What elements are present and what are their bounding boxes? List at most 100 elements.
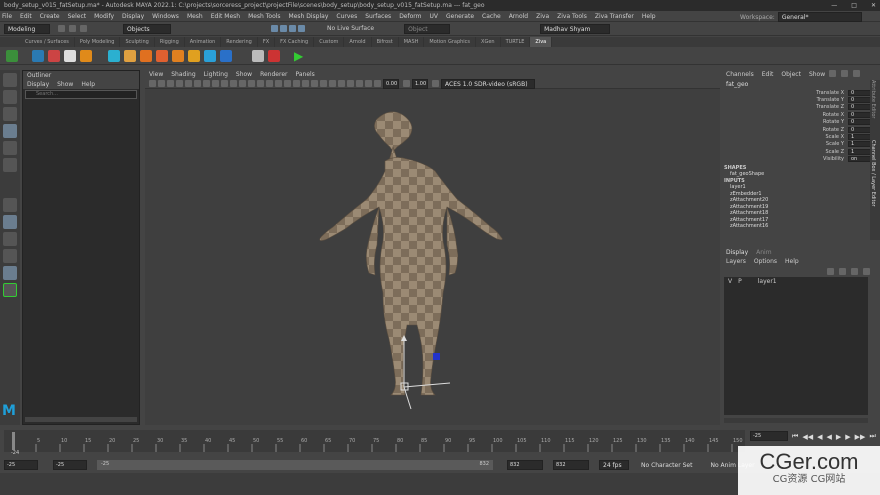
attr-row[interactable]: Translate Y0 [722, 96, 880, 104]
menu-mesh-tools[interactable]: Mesh Tools [248, 13, 280, 20]
xray-joints-icon[interactable] [356, 80, 363, 87]
lasso-tool-icon[interactable] [3, 90, 17, 104]
attr-row[interactable]: Translate Z0 [722, 104, 880, 111]
go-to-end-icon[interactable]: ⏭ [869, 432, 875, 441]
viewport-menu-shading[interactable]: Shading [171, 70, 195, 79]
menu-ziva-tools[interactable]: Ziva Tools [557, 13, 587, 20]
ziva-fiber-icon[interactable] [124, 49, 136, 62]
layer-scrollbar[interactable] [724, 418, 868, 423]
menu-modify[interactable]: Modify [94, 13, 114, 20]
edit-layout-icon[interactable] [3, 198, 17, 212]
safe-action-icon[interactable] [230, 80, 237, 87]
play-back-icon[interactable]: ◀ [826, 433, 831, 441]
shelf-tab-ziva[interactable]: Ziva [530, 37, 553, 47]
exposure-field[interactable]: 0.00 [383, 78, 399, 89]
camera-icon[interactable] [149, 80, 156, 87]
ziva-logo-icon[interactable] [6, 49, 18, 62]
input-node[interactable]: zAttachment16 [722, 223, 880, 230]
channelbox-object[interactable]: fat_geo [722, 80, 880, 89]
wireframe-on-shaded-icon[interactable] [266, 80, 273, 87]
shadows-icon[interactable] [293, 80, 300, 87]
attr-row[interactable]: Rotate Z0 [722, 126, 880, 133]
go-to-start-icon[interactable]: ⏮ [792, 432, 798, 441]
fps-dropdown[interactable]: 24 fps [599, 460, 629, 470]
display-layer-tab[interactable]: Display [726, 249, 748, 256]
move-tool-icon[interactable] [3, 124, 17, 138]
channelbox-menu-show[interactable]: Show [809, 70, 825, 80]
scale-tool-icon[interactable] [3, 158, 17, 172]
shelf-tab-mash[interactable]: MASH [399, 37, 425, 47]
resolution-gate-icon[interactable] [203, 80, 210, 87]
menu-mesh-display[interactable]: Mesh Display [289, 13, 329, 20]
new-scene-icon[interactable] [58, 25, 65, 32]
selection-mode-dropdown[interactable]: Objects [123, 23, 171, 34]
image-plane-icon[interactable] [176, 80, 183, 87]
help-menu[interactable]: Help [785, 258, 799, 265]
shelf-tab-sculpting[interactable]: Sculpting [120, 37, 155, 47]
layer-visibility[interactable]: V [728, 278, 732, 285]
viewport-menu-view[interactable]: View [149, 70, 163, 79]
menu-help[interactable]: Help [642, 13, 656, 20]
four-view-layout-icon[interactable] [3, 232, 17, 246]
workspace-selector[interactable]: Workspace: General* [740, 12, 862, 22]
step-forward-frame-icon[interactable]: ▶ [845, 433, 850, 441]
attr-row[interactable]: Scale X1 [722, 133, 880, 141]
isolate-select-icon[interactable] [338, 80, 345, 87]
ziva-attachment-icon[interactable] [108, 49, 120, 62]
wireframe-icon[interactable] [248, 80, 255, 87]
channel-box-tab[interactable]: Channel Box / Layer Editor [870, 140, 876, 230]
gate-mask-icon[interactable] [212, 80, 219, 87]
scene-start-field[interactable]: -25 [4, 460, 38, 470]
close-icon[interactable]: ✕ [871, 0, 876, 11]
shelf-tab-custom[interactable]: Custom [314, 37, 345, 47]
attr-row[interactable]: Rotate X0 [722, 111, 880, 118]
channelbox-menu-edit[interactable]: Edit [762, 70, 774, 80]
camera-attr-icon[interactable] [158, 80, 165, 87]
menu-select[interactable]: Select [68, 13, 87, 20]
snap-point-icon[interactable] [289, 25, 296, 32]
menu-arnold[interactable]: Arnold [509, 13, 528, 20]
color-management-icon[interactable] [432, 80, 439, 87]
channelbox-menu-channels[interactable]: Channels [726, 70, 754, 80]
playback-start-field[interactable]: -25 [53, 460, 87, 470]
ziva-material-icon[interactable] [220, 49, 232, 62]
attr-row[interactable]: Scale Z1 [722, 148, 880, 155]
layers-menu[interactable]: Layers [726, 258, 746, 265]
outliner-menu-help[interactable]: Help [81, 80, 95, 89]
safe-title-icon[interactable] [239, 80, 246, 87]
ziva-rest-shape-icon[interactable] [156, 49, 168, 62]
shelf-tab-turtle[interactable]: TURTLE [501, 37, 531, 47]
options-menu[interactable]: Options [754, 258, 777, 265]
timeline-ruler[interactable]: 5 10 15 20 25 30 35 40 45 50 55 60 65 70 75 80 85 90 95 100… [4, 428, 749, 456]
ziva-cache-icon[interactable] [204, 49, 216, 62]
attr-row[interactable]: Visibility on [722, 156, 880, 163]
layer-name[interactable]: layer1 [758, 278, 777, 285]
textured-icon[interactable] [275, 80, 282, 87]
menu-edit-mesh[interactable]: Edit Mesh [211, 13, 240, 20]
current-time-marker[interactable] [12, 432, 15, 450]
colorspace-dropdown[interactable]: ACES 1.0 SDR-video (sRGB) [441, 78, 535, 89]
maximize-icon[interactable]: □ [851, 0, 857, 11]
current-frame-field[interactable]: -25 [750, 431, 788, 441]
menu-ziva-transfer[interactable]: Ziva Transfer [595, 13, 634, 20]
ziva-mirror-icon[interactable] [252, 49, 264, 62]
shelf-tab-bifrost[interactable]: Bifrost [372, 37, 399, 47]
select-tool-icon[interactable] [3, 73, 17, 87]
attr-row[interactable]: Rotate Y0 [722, 119, 880, 126]
gamma-field[interactable]: 1.00 [412, 78, 428, 89]
workspace-dropdown[interactable]: General* [777, 12, 862, 22]
ziva-delete-icon[interactable] [268, 49, 280, 62]
minimize-icon[interactable]: — [831, 0, 837, 11]
channelbox-expand-icon[interactable] [853, 70, 860, 77]
shelf-tab-fx-caching[interactable]: FX Caching [275, 37, 315, 47]
outliner-layout-icon[interactable] [3, 249, 17, 263]
film-gate-icon[interactable] [194, 80, 201, 87]
viewport-scene[interactable] [145, 89, 720, 425]
shelf-tab-poly-modeling[interactable]: Poly Modeling [75, 37, 121, 47]
menu-edit[interactable]: Edit [20, 13, 32, 20]
ziva-line-of-action-icon[interactable] [140, 49, 152, 62]
antialias-icon[interactable] [320, 80, 327, 87]
menu-display[interactable]: Display [122, 13, 144, 20]
step-forward-key-icon[interactable]: ▶▶ [855, 433, 866, 441]
snap-grid-icon[interactable] [271, 25, 278, 32]
